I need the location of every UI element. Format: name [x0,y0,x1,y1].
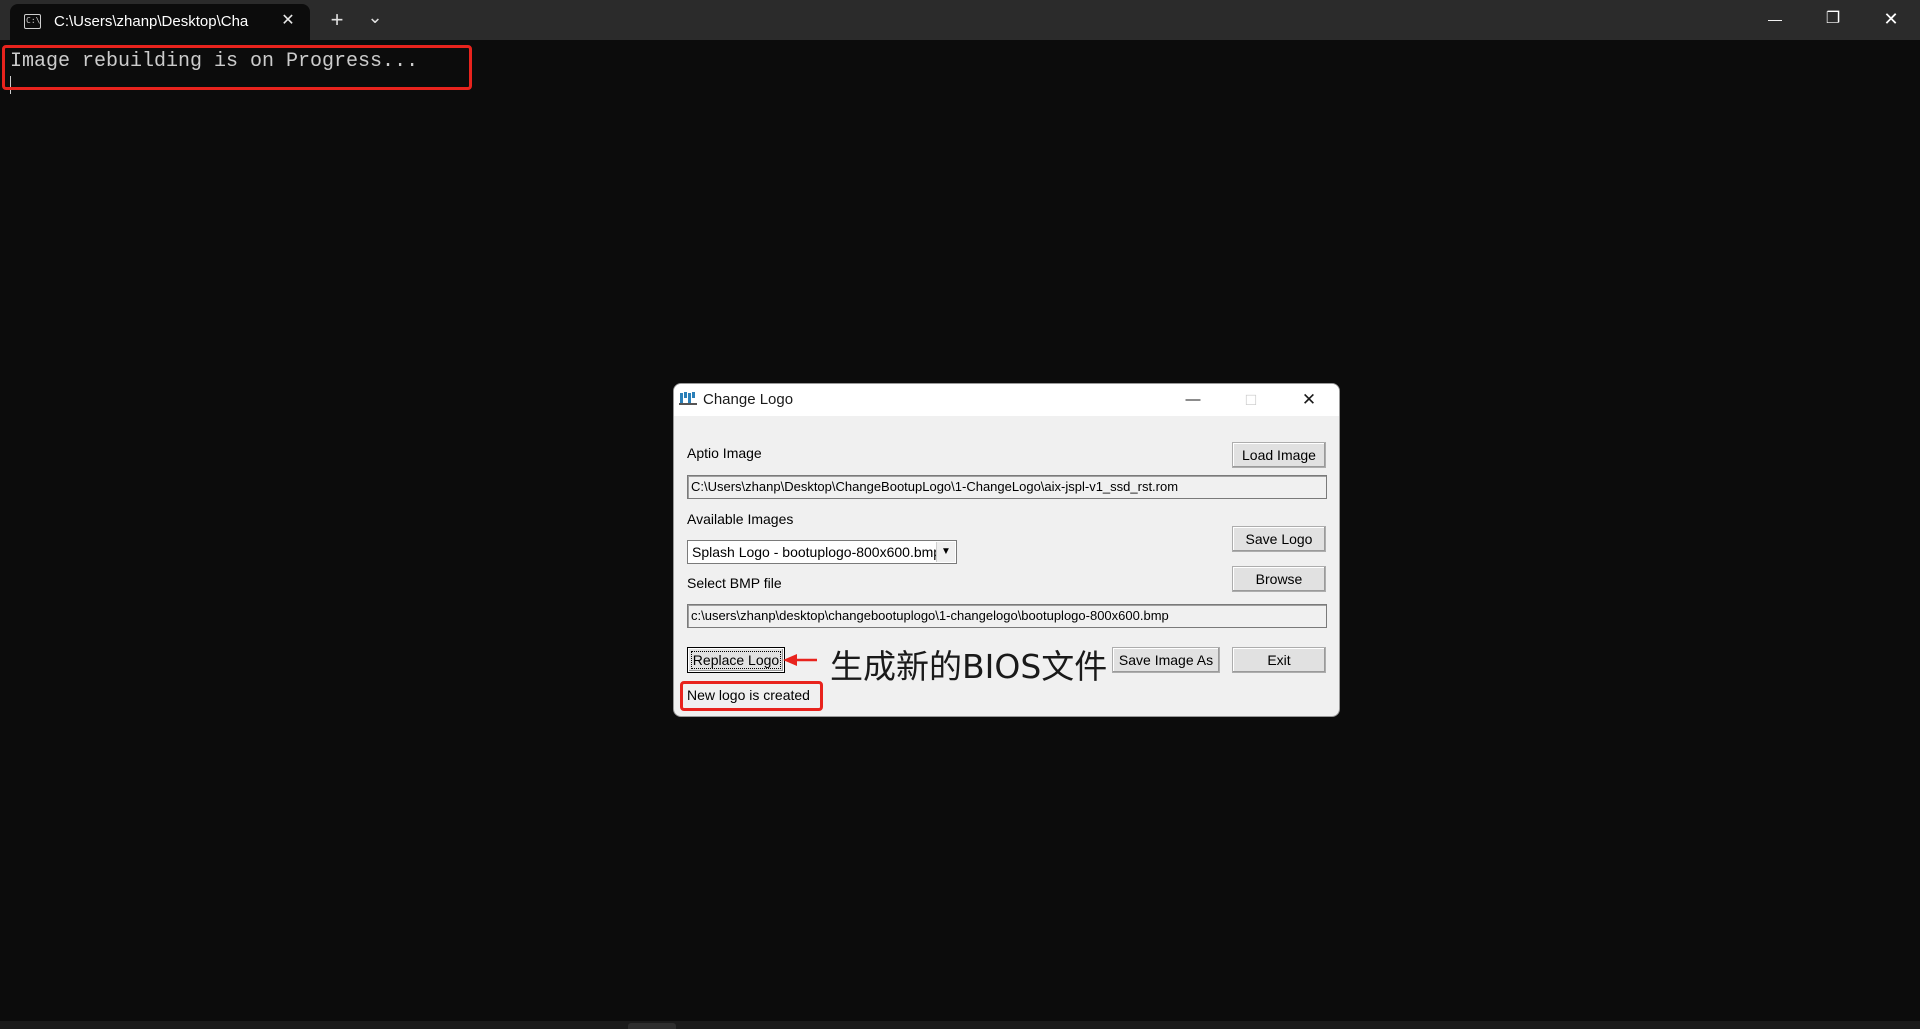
browse-button[interactable]: Browse [1232,566,1326,592]
terminal-icon: C:\ [24,14,41,29]
tab-close-icon[interactable]: ✕ [276,9,300,33]
select-bmp-label: Select BMP file [687,575,782,591]
dialog-title: Change Logo [703,391,794,408]
replace-logo-button[interactable]: Replace Logo [687,647,785,673]
available-images-label: Available Images [687,511,794,527]
available-images-select[interactable]: Splash Logo - bootuplogo-800x600.bmp ▼ [687,540,957,564]
load-image-button[interactable]: Load Image [1232,442,1326,468]
exit-button[interactable]: Exit [1232,647,1326,673]
dialog-maximize-icon: □ [1245,390,1257,409]
tab-dropdown-icon[interactable]: ⌄ [360,6,390,34]
dialog-titlebar: Change Logo — □ ✕ [674,384,1339,416]
restore-icon[interactable]: ❐ [1804,0,1862,38]
load-image-label: Load Image [1242,447,1316,463]
bmp-path-field[interactable]: c:\users\zhanp\desktop\changebootuplogo\… [687,604,1327,628]
terminal-tab[interactable]: C:\ C:\Users\zhanp\Desktop\Cha ✕ [10,4,310,40]
highlight-box-progress [2,45,472,90]
chevron-down-icon[interactable]: ▼ [936,542,955,562]
exit-label: Exit [1267,652,1291,668]
save-image-as-label: Save Image As [1118,652,1214,668]
red-arrow-icon [783,654,817,666]
focus-ring [691,651,781,669]
dialog-minimize-icon[interactable]: — [1164,384,1222,416]
available-images-value: Splash Logo - bootuplogo-800x600.bmp [692,544,942,560]
terminal-titlebar: C:\ C:\Users\zhanp\Desktop\Cha ✕ + ⌄ — ❐… [0,0,1920,40]
browse-label: Browse [1255,571,1303,587]
minimize-icon[interactable]: — [1746,0,1804,38]
save-image-as-button[interactable]: Save Image As [1112,647,1220,673]
tab-title: C:\Users\zhanp\Desktop\Cha [54,13,249,30]
change-logo-app-icon [679,392,697,405]
aptio-image-label: Aptio Image [687,445,762,461]
dialog-close-icon[interactable]: ✕ [1280,384,1338,416]
bottom-indicator [628,1023,676,1029]
save-logo-label: Save Logo [1245,531,1313,547]
close-icon[interactable]: ✕ [1862,0,1920,38]
aptio-path-field[interactable]: C:\Users\zhanp\Desktop\ChangeBootupLogo\… [687,475,1327,499]
bottom-edge [0,1021,1920,1029]
annotation-text: 生成新的BIOS文件 [830,647,1108,686]
new-tab-icon[interactable]: + [322,6,352,34]
highlight-box-status [680,681,823,711]
save-logo-button[interactable]: Save Logo [1232,526,1326,552]
